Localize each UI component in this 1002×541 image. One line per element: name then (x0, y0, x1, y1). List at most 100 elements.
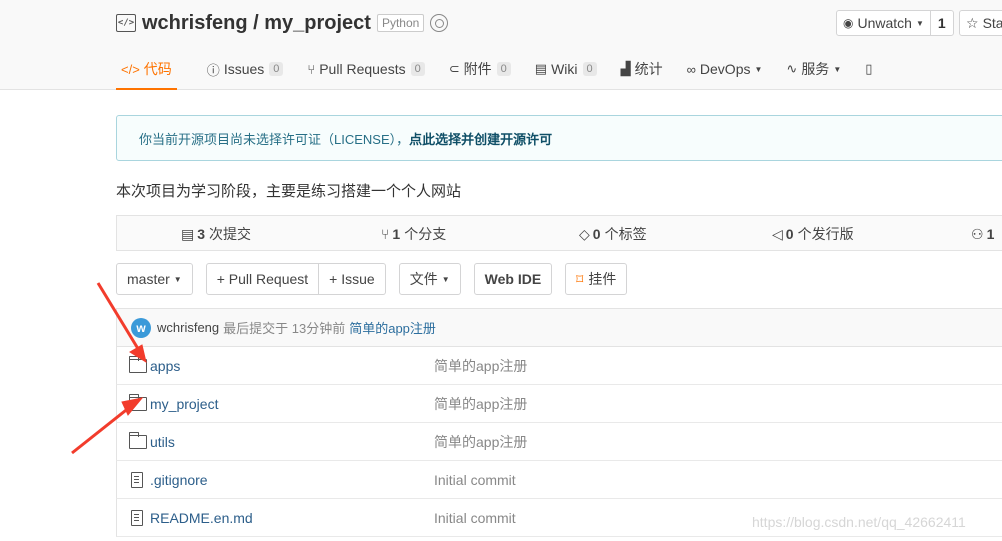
tab-services[interactable]: ∿ 服务 ▼ (786, 50, 841, 88)
branch-select[interactable]: master ▼ (116, 263, 193, 295)
file-name-link[interactable]: .gitignore (150, 472, 208, 488)
wiki-icon: ▤ (534, 61, 548, 76)
watch-button-group: ◉ Unwatch ▼ 1 (836, 10, 954, 36)
new-pull-request-button[interactable]: + Pull Request (205, 263, 320, 295)
file-commit-message[interactable]: Initial commit (434, 510, 516, 526)
unwatch-label: Unwatch (857, 15, 912, 31)
avatar[interactable]: w (131, 317, 151, 338)
star-button[interactable]: ☆ Sta (959, 10, 1002, 36)
stat-contributors[interactable]: ⚇ 1 (971, 216, 998, 252)
stat-label: 次提交 (209, 226, 252, 242)
stat-value: 1 (986, 226, 995, 242)
document-icon: ▯ (865, 61, 873, 76)
stat-commits[interactable]: ▤ 3 次提交 (181, 216, 251, 252)
chevron-down-icon: ▼ (915, 18, 924, 28)
file-commit-message[interactable]: Initial commit (434, 472, 516, 488)
license-text: 你当前开源项目尚未选择许可证（LICENSE）， (139, 131, 410, 147)
tab-label: 统计 (634, 61, 663, 77)
commit-icon: ▤ (181, 225, 195, 242)
tab-more[interactable]: ▯ (865, 50, 876, 88)
tab-count: 0 (582, 62, 597, 76)
star-label: Sta (982, 15, 1002, 31)
file-name-link[interactable]: apps (150, 358, 180, 374)
attachment-icon: ⊂ (448, 61, 460, 76)
unwatch-button[interactable]: ◉ Unwatch ▼ (837, 11, 931, 35)
repo-owner-link[interactable]: wchrisfeng (142, 12, 248, 35)
web-ide-button[interactable]: Web IDE (473, 263, 553, 295)
tab-label: 服务 (801, 61, 830, 77)
tab-code[interactable]: </> 代码 (116, 50, 177, 90)
tab-pull-requests[interactable]: ⑂ Pull Requests 0 (307, 50, 425, 88)
repo-separator: / (247, 11, 265, 34)
tab-count: 0 (269, 62, 284, 76)
tab-statistics[interactable]: ▟ 统计 (621, 50, 663, 88)
file-row[interactable]: my_project 简单的app注册 (116, 385, 1002, 423)
tab-count: 0 (496, 62, 511, 76)
tab-label: 代码 (143, 61, 172, 77)
release-icon: ◁ (772, 225, 783, 242)
chevron-down-icon: ▼ (441, 274, 450, 284)
file-name-link[interactable]: README.en.md (150, 510, 253, 526)
stat-label: 个标签 (604, 226, 647, 242)
stat-branches[interactable]: ⑂ 1 个分支 (381, 216, 446, 252)
tab-label: Issues (223, 61, 265, 77)
new-issue-button[interactable]: + Issue (319, 263, 386, 295)
code-icon: </> (121, 61, 140, 77)
devops-icon: ∞ (686, 61, 696, 77)
tab-label: Pull Requests (319, 61, 406, 77)
tab-devops[interactable]: ∞ DevOps ▼ (687, 50, 763, 88)
file-row[interactable]: utils 简单的app注册 (116, 423, 1002, 461)
file-menu-label: 文件 (409, 271, 438, 287)
stat-value: 1 (392, 226, 401, 242)
file-commit-message[interactable]: 简单的app注册 (434, 356, 527, 376)
file-menu-button[interactable]: 文件 ▼ (398, 263, 461, 295)
stat-tags[interactable]: ◇ 0 个标签 (579, 216, 647, 252)
chevron-down-icon: ▼ (833, 64, 842, 74)
repo-toolbar: master ▼ + Pull Request + Issue 文件 ▼ Web… (116, 263, 640, 295)
watch-count[interactable]: 1 (931, 11, 953, 35)
create-button-group: + Pull Request + Issue (205, 263, 386, 295)
file-name-link[interactable]: my_project (150, 396, 218, 412)
certification-icon (430, 14, 449, 32)
create-license-link[interactable]: 点此选择并创建开源许可 (409, 129, 552, 148)
chevron-down-icon: ▼ (754, 64, 763, 74)
file-icon (131, 509, 143, 526)
file-commit-message[interactable]: 简单的app注册 (434, 432, 527, 452)
chart-icon: ▟ (620, 61, 631, 76)
star-icon: ☆ (966, 14, 979, 31)
stat-value: 0 (592, 226, 601, 242)
tab-issues[interactable]: ⓘ Issues 0 (207, 50, 284, 88)
tab-attachments[interactable]: ⊂ 附件 0 (449, 50, 511, 88)
repo-title: </> wchrisfeng / my_project Python (116, 10, 449, 36)
file-name-link[interactable]: utils (150, 434, 175, 450)
folder-icon (128, 355, 147, 373)
tab-wiki[interactable]: ▤ Wiki 0 (535, 50, 597, 88)
commit-time: 最后提交于 13分钟前 (223, 321, 346, 336)
repo-name-link[interactable]: my_project (264, 12, 371, 35)
repository-icon: </> (116, 14, 136, 32)
commit-author[interactable]: wchrisfeng (157, 320, 219, 335)
widget-button[interactable]: ⌑ 挂件 (565, 263, 628, 295)
repo-header: </> wchrisfeng / my_project Python ◉ Unw… (0, 0, 1002, 90)
stat-label: 个发行版 (797, 226, 854, 242)
tab-label: DevOps (699, 61, 751, 77)
language-badge[interactable]: Python (376, 14, 425, 32)
file-row[interactable]: apps 简单的app注册 (116, 347, 1002, 385)
tab-label: 附件 (463, 61, 492, 77)
file-icon (131, 471, 143, 488)
repo-tabs: </> 代码 ⓘ Issues 0 ⑂ Pull Requests 0 ⊂ 附件… (116, 50, 900, 90)
repo-stats-bar: ▤ 3 次提交 ⑂ 1 个分支 ◇ 0 个标签 ◁ 0 个发行版 ⚇ 1 (116, 215, 1002, 251)
license-notice: 你当前开源项目尚未选择许可证（LICENSE）， 点此选择并创建开源许可 (116, 115, 1002, 161)
stat-label: 个分支 (404, 226, 447, 242)
eye-icon: ◉ (843, 16, 854, 30)
service-icon: ∿ (786, 61, 798, 76)
contributors-icon: ⚇ (971, 225, 984, 242)
chevron-down-icon: ▼ (173, 274, 182, 284)
file-row[interactable]: .gitignore Initial commit (116, 461, 1002, 499)
stat-releases[interactable]: ◁ 0 个发行版 (772, 216, 854, 252)
issue-icon: ⓘ (206, 62, 220, 78)
commit-message-link[interactable]: 简单的app注册 (349, 318, 436, 337)
tag-icon: ◇ (579, 225, 590, 242)
branch-icon: ⑂ (381, 226, 390, 242)
file-commit-message[interactable]: 简单的app注册 (434, 394, 527, 414)
